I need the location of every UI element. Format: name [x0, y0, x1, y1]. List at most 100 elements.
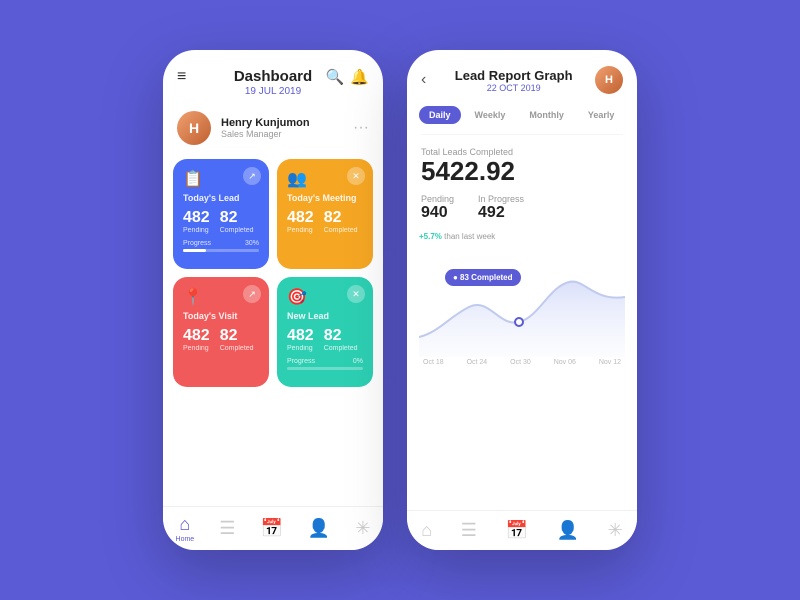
x-label-1: Oct 18	[423, 359, 444, 366]
right-calendar-icon: 📅	[506, 520, 528, 541]
new-lead-progress-bg	[287, 367, 363, 370]
lead-completed-label: Completed	[220, 227, 254, 234]
todays-lead-card[interactable]: 📋 ↗ Today's Lead 482 Pending 82 Complete…	[173, 159, 269, 269]
lead-progress-row: Progress 30%	[183, 240, 259, 247]
tab-daily[interactable]: Daily	[419, 106, 461, 124]
tab-weekly[interactable]: Weekly	[465, 106, 516, 124]
nav-team[interactable]: 👤	[308, 518, 330, 539]
new-lead-completed-label: Completed	[324, 345, 358, 352]
visit-card-arrow: ↗	[243, 285, 261, 303]
lead-progress-label: Progress	[183, 240, 211, 247]
visit-pending-num: 482	[183, 327, 210, 345]
sub-stats: Pending 940 In Progress 492	[421, 194, 623, 222]
right-team-icon: 👤	[557, 520, 579, 541]
pending-stat: Pending 940	[421, 194, 454, 222]
user-role: Sales Manager	[221, 129, 310, 139]
lead-pending-label: Pending	[183, 227, 210, 234]
bell-icon[interactable]: 🔔	[350, 68, 369, 86]
menu-icon[interactable]: ≡	[177, 68, 186, 86]
nav-docs[interactable]: ☰	[219, 518, 235, 539]
new-lead-progress-label: Progress	[287, 358, 315, 365]
dashboard-date: 19 JUL 2019	[179, 86, 367, 97]
x-label-2: Oct 24	[467, 359, 488, 366]
new-lead-card-x: ✕	[347, 285, 365, 303]
left-bottom-nav: ⌂ Home ☰ 📅 👤 ✳	[163, 506, 383, 550]
home-label: Home	[176, 536, 195, 543]
header-icons: 🔍 🔔	[326, 68, 369, 86]
graph-container: ● 83 Completed	[419, 247, 625, 357]
lead-pending-num: 482	[183, 209, 210, 227]
growth-indicator: +5.7% than last week	[419, 232, 625, 241]
lead-completed-num: 82	[220, 209, 254, 227]
growth-context: than last week	[444, 232, 495, 241]
nav-calendar[interactable]: 📅	[260, 518, 282, 539]
back-button[interactable]: ‹	[421, 71, 426, 89]
settings-icon: ✳	[355, 518, 370, 539]
inprogress-value: 492	[478, 204, 524, 222]
meeting-card-x: ✕	[347, 167, 365, 185]
new-lead-progress-row: Progress 0%	[287, 358, 363, 365]
report-avatar: H	[595, 66, 623, 94]
user-name: Henry Kunjumon	[221, 117, 310, 129]
lead-progress-pct: 30%	[245, 240, 259, 247]
new-lead-stats: 482 Pending 82 Completed	[287, 327, 363, 352]
right-nav-docs[interactable]: ☰	[461, 520, 477, 541]
x-label-4: Nov 06	[554, 359, 576, 366]
home-icon: ⌂	[179, 514, 190, 535]
visit-pending-label: Pending	[183, 345, 210, 352]
right-settings-icon: ✳	[608, 520, 623, 541]
todays-meeting-title: Today's Meeting	[287, 193, 363, 203]
dashboard-phone: ≡ Dashboard 19 JUL 2019 🔍 🔔 H Henry Kunj…	[163, 50, 383, 550]
todays-visit-card[interactable]: 📍 ↗ Today's Visit 482 Pending 82 Complet…	[173, 277, 269, 387]
new-lead-progress-pct: 0%	[353, 358, 363, 365]
right-bottom-nav: ⌂ ☰ 📅 👤 ✳	[407, 510, 637, 550]
avatar: H	[177, 111, 211, 145]
tab-yearly[interactable]: Yearly	[578, 106, 625, 124]
meeting-completed-num: 82	[324, 209, 358, 227]
report-phone: ‹ Lead Report Graph 22 OCT 2019 H Daily …	[407, 50, 637, 550]
divider	[421, 134, 623, 135]
x-label-3: Oct 30	[510, 359, 531, 366]
new-lead-completed-num: 82	[324, 327, 358, 345]
total-leads-value: 5422.92	[421, 157, 623, 186]
completed-badge: ● 83 Completed	[445, 269, 521, 286]
pending-value: 940	[421, 204, 454, 222]
report-title: Lead Report Graph	[432, 68, 595, 83]
more-options-icon[interactable]: ···	[353, 119, 369, 137]
todays-lead-title: Today's Lead	[183, 193, 259, 203]
search-icon[interactable]: 🔍	[326, 68, 345, 86]
right-nav-calendar[interactable]: 📅	[506, 520, 528, 541]
meeting-pending-num: 482	[287, 209, 314, 227]
nav-settings[interactable]: ✳	[355, 518, 370, 539]
todays-meeting-stats: 482 Pending 82 Completed	[287, 209, 363, 234]
meeting-pending-label: Pending	[287, 227, 314, 234]
right-docs-icon: ☰	[461, 520, 477, 541]
tab-monthly[interactable]: Monthly	[519, 106, 574, 124]
right-header-center: Lead Report Graph 22 OCT 2019	[432, 68, 595, 93]
visit-completed-num: 82	[220, 327, 254, 345]
right-home-icon: ⌂	[421, 520, 432, 541]
x-label-5: Nov 12	[599, 359, 621, 366]
left-header: ≡ Dashboard 19 JUL 2019 🔍 🔔	[163, 50, 383, 103]
todays-lead-stats: 482 Pending 82 Completed	[183, 209, 259, 234]
new-lead-title: New Lead	[287, 311, 363, 321]
right-nav-home[interactable]: ⌂	[421, 520, 432, 541]
todays-visit-stats: 482 Pending 82 Completed	[183, 327, 259, 352]
new-lead-card[interactable]: 🎯 ✕ New Lead 482 Pending 82 Completed Pr…	[277, 277, 373, 387]
meeting-completed-label: Completed	[324, 227, 358, 234]
lead-card-arrow: ↗	[243, 167, 261, 185]
nav-home[interactable]: ⌂ Home	[176, 514, 195, 543]
graph-dot	[515, 318, 523, 326]
docs-icon: ☰	[219, 518, 235, 539]
inprogress-label: In Progress	[478, 194, 524, 204]
team-icon: 👤	[308, 518, 330, 539]
report-date: 22 OCT 2019	[432, 83, 595, 93]
profile-info: Henry Kunjumon Sales Manager	[221, 117, 310, 139]
right-nav-settings[interactable]: ✳	[608, 520, 623, 541]
filter-tabs: Daily Weekly Monthly Yearly	[407, 100, 637, 130]
pending-label: Pending	[421, 194, 454, 204]
right-nav-team[interactable]: 👤	[557, 520, 579, 541]
lead-progress-fill	[183, 249, 206, 252]
visit-completed-label: Completed	[220, 345, 254, 352]
todays-meeting-card[interactable]: 👥 ✕ Today's Meeting 482 Pending 82 Compl…	[277, 159, 373, 269]
